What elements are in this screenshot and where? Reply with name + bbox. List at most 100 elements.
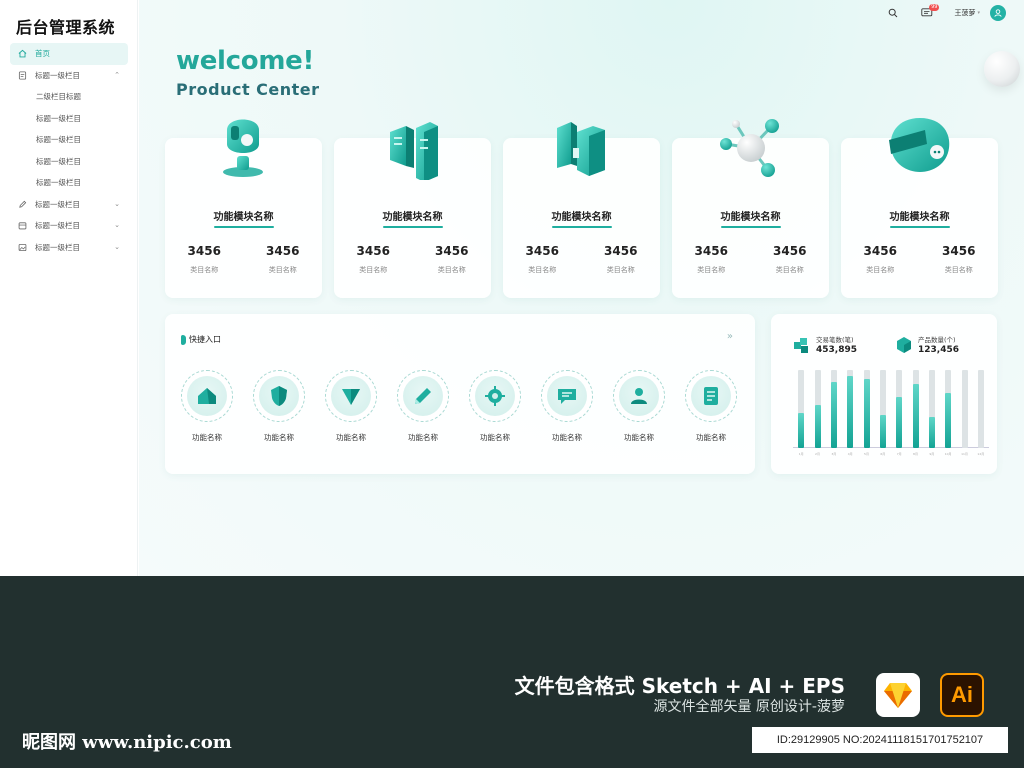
module-card[interactable]: 功能模块名称 3456 类目名称 3456 类目名称 [334,122,491,298]
chevron-down-icon: ⌄ [114,221,120,229]
more-button[interactable]: » [727,331,733,342]
molecule-network-icon [716,110,786,180]
quick-entry-item[interactable]: 功能名称 [323,370,379,443]
user-icon [619,376,659,416]
app-title: 后台管理系统 [16,18,116,37]
quick-entry-label: 功能名称 [552,433,582,442]
card-title: 功能模块名称 [720,212,781,223]
sidebar-subitem[interactable]: 标题一级栏目 [10,108,128,130]
sidebar-item-section-2[interactable]: 标题一级栏目 ⌄ [10,194,128,216]
stat-label: 类目名称 [866,266,895,274]
topbar: 99 王菠萝 ▾ [866,4,1006,21]
door-panels-icon [547,110,617,180]
quick-entry-item[interactable]: 功能名称 [611,370,667,443]
chart-bar[interactable] [879,415,886,448]
module-card[interactable]: 功能模块名称 3456 类目名称 3456 类目名称 [841,118,998,298]
stat-value: 123,456 [918,345,959,355]
sketch-logo-icon [876,673,920,717]
quick-entry-label: 功能名称 [624,433,654,442]
document-3d-icon [691,376,731,416]
sidebar-item-label: 标题一级栏目 [35,199,80,209]
stat-value: 3456 [942,244,976,258]
stat-label: 类目名称 [528,266,557,274]
card-divider [720,226,781,228]
sidebar-subitem-label: 标题一级栏目 [36,113,81,123]
quick-entry-item[interactable]: 功能名称 [683,370,739,443]
quick-entry-label: 功能名称 [408,433,438,442]
quick-entry-badge [541,370,593,422]
section-marker-icon [181,334,186,345]
chart-bar[interactable] [847,376,854,448]
module-card[interactable]: 功能模块名称 3456 类目名称 3456 类目名称 [672,119,830,298]
sidebar: 后台管理系统 首页 标题一级栏目 ⌃ 二级栏目标题 标题一级栏目 标题一级栏目 … [0,0,138,576]
sidebar-item-section-4[interactable]: 标题一级栏目 ⌄ [10,237,128,259]
chart-x-tick: 5月 [864,452,869,456]
sidebar-item-home[interactable]: 首页 [10,43,128,65]
chart-x-tick: 4月 [847,452,853,456]
quick-entry-item[interactable]: 功能名称 [395,370,451,443]
message-icon [547,376,587,416]
stat-label: 交易笔数(笔) [816,336,854,344]
sidebar-subitem[interactable]: 标题一级栏目 [10,151,128,173]
decorative-sphere [984,51,1020,87]
quick-entry-label: 功能名称 [192,433,222,442]
message-notification-icon[interactable]: 99 [920,4,940,20]
chart-bar[interactable] [814,405,821,448]
quick-entry-badge [181,370,233,422]
username[interactable]: 王菠萝 [954,8,975,18]
chart-bar[interactable] [928,416,935,448]
module-card[interactable]: 功能模块名称 3456 类目名称 3456 类目名称 [165,119,323,298]
stat-label: 产品数量(个) [918,336,956,344]
stat-value: 3456 [773,244,807,258]
user-dropdown-caret-icon[interactable]: ▾ [977,10,980,16]
welcome-heading: welcome! [176,46,315,76]
sidebar-item-label: 标题一级栏目 [35,70,80,80]
card-stat: 3456 类目名称 [334,244,413,275]
chart-bar[interactable] [863,379,870,448]
chart-bar[interactable] [830,381,837,448]
quick-entry-item[interactable]: 功能名称 [179,370,235,443]
chart-x-tick: 3月 [831,452,837,456]
chart-bar[interactable] [896,397,903,448]
search-icon[interactable] [886,6,900,20]
bar-chart: 1月 2月 3月 4月 5月 6月 7月 8月 9月 10月 11月 12月 [793,368,989,456]
sidebar-subitem[interactable]: 标题一级栏目 [10,172,128,194]
quick-entry-item[interactable]: 功能名称 [539,370,595,443]
card-stat: 3456 类目名称 [503,244,582,275]
chart-x-tick: 10月 [944,452,952,456]
chart-bar[interactable] [912,384,919,448]
home-3d-icon [187,376,227,416]
quick-entry-title: 快捷入口 [189,335,221,344]
quick-entry-item[interactable]: 功能名称 [251,370,307,443]
sidebar-subitem[interactable]: 标题一级栏目 [10,129,128,151]
document-icon [18,71,27,80]
stat-value: 3456 [604,244,638,258]
sidebar-item-section-1[interactable]: 标题一级栏目 ⌃ [10,65,128,87]
sidebar-subitem[interactable]: 二级栏目标题 [10,86,128,108]
cubes-icon [794,337,808,353]
chart-x-tick: 7月 [896,452,902,456]
quick-entry-badge [397,370,449,422]
quick-entry-label: 功能名称 [480,433,510,442]
card-stat: 3456 类目名称 [751,244,830,275]
sidebar-subitem-label: 二级栏目标题 [36,92,81,102]
chart-bar[interactable] [798,412,805,448]
quick-entry-item[interactable]: 功能名称 [467,370,523,443]
module-card[interactable]: 功能模块名称 3456 类目名称 3456 类目名称 [503,122,660,298]
chevron-down-icon: ⌄ [114,199,120,208]
chart-x-tick: 8月 [913,452,918,456]
chart-x-tick: 9月 [929,452,935,456]
card-divider [551,226,612,228]
image-icon [18,243,27,252]
avatar[interactable] [990,5,1006,21]
triangle-down-icon [331,376,371,416]
quick-entry-badge [253,370,305,422]
chart-x-tick: 2月 [815,452,820,456]
card-stat: 3456 类目名称 [244,244,323,275]
quick-entry-badge [613,370,665,422]
sidebar-item-section-3[interactable]: 标题一级栏目 ⌄ [10,215,128,237]
cube-icon [897,336,911,353]
robot-head-icon [209,110,279,180]
card-divider [382,226,443,228]
chart-bar[interactable] [945,393,952,448]
